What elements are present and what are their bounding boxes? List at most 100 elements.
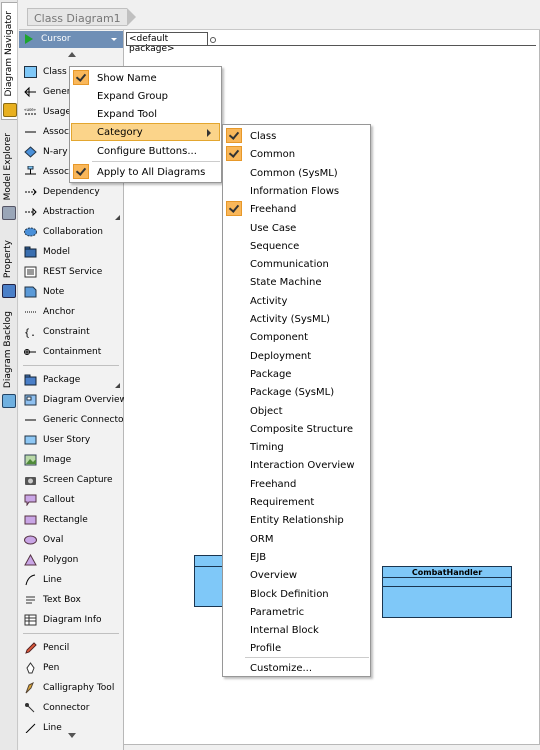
package-tab: <default package> (126, 32, 208, 54)
cursor-tool[interactable]: Cursor (19, 31, 123, 48)
palette-connector[interactable]: Connector (19, 699, 123, 719)
menu-category[interactable]: Category (71, 123, 220, 141)
class-shape-combathandler[interactable]: CombatHandler (382, 566, 512, 618)
category-item[interactable]: Activity (224, 292, 369, 310)
palette-dependency[interactable]: Dependency (19, 183, 123, 203)
category-item[interactable]: Common (224, 145, 369, 163)
menu-item-label: Common (SysML) (250, 167, 338, 179)
category-item[interactable]: Component (224, 328, 369, 346)
palette-separator (23, 633, 119, 634)
menu-expand-group[interactable]: Expand Group (71, 87, 220, 105)
palette-item-label: Generic Connector (43, 415, 128, 425)
menu-customize[interactable]: Customize... (224, 659, 369, 677)
palette-package[interactable]: Package (19, 371, 123, 391)
palette-pencil[interactable]: Pencil (19, 639, 123, 659)
class-section-divider (383, 586, 511, 587)
svg-text:{.}: {.} (24, 328, 37, 338)
palette-item-label: Line (43, 723, 62, 733)
menu-item-label: Freehand (250, 478, 297, 490)
category-item[interactable]: ORM (224, 530, 369, 548)
palette-polygon[interactable]: Polygon (19, 551, 123, 571)
menu-item-label: State Machine (250, 277, 322, 289)
search-icon[interactable] (210, 37, 216, 43)
palette-rectangle[interactable]: Rectangle (19, 511, 123, 531)
diagram-backlog-icon (2, 394, 16, 408)
category-item[interactable]: Overview (224, 566, 369, 584)
palette-diagram-info[interactable]: Diagram Info (19, 611, 123, 631)
category-item[interactable]: Block Definition (224, 585, 369, 603)
palette-constraint[interactable]: {.} Constraint (19, 323, 123, 343)
palette-rest-service[interactable]: REST Service (19, 263, 123, 283)
menu-item-label: Expand Group (97, 91, 169, 102)
diagram-navigator-icon (3, 103, 17, 117)
tab-property[interactable]: Property (1, 228, 17, 300)
category-item[interactable]: Deployment (224, 347, 369, 365)
palette-line-2[interactable]: Line (19, 719, 123, 733)
category-item[interactable]: Internal Block (224, 621, 369, 639)
pen-icon (26, 662, 35, 674)
palette-anchor[interactable]: Anchor (19, 303, 123, 323)
category-item[interactable]: Requirement (224, 493, 369, 511)
category-item[interactable]: Use Case (224, 219, 369, 237)
palette-screen-capture[interactable]: Screen Capture (19, 471, 123, 491)
abstraction-icon (25, 207, 37, 217)
category-item[interactable]: Object (224, 402, 369, 420)
menu-item-label: Overview (250, 570, 298, 582)
palette-image[interactable]: Image (19, 451, 123, 471)
category-item[interactable]: Communication (224, 255, 369, 273)
palette-oval[interactable]: Oval (19, 531, 123, 551)
tab-diagram-navigator[interactable]: Diagram Navigator (1, 2, 17, 120)
menu-expand-tool[interactable]: Expand Tool (71, 105, 220, 123)
palette-callout[interactable]: Callout (19, 491, 123, 511)
menu-separator (245, 657, 369, 658)
category-item[interactable]: Package (SysML) (224, 383, 369, 401)
category-item[interactable]: Interaction Overview (224, 456, 369, 474)
pencil-icon (25, 642, 37, 654)
category-item[interactable]: Entity Relationship (224, 511, 369, 529)
scroll-down-icon[interactable] (68, 733, 76, 738)
palette-item-label: Diagram Info (43, 615, 102, 625)
tab-model-explorer[interactable]: Model Explorer (1, 126, 17, 222)
menu-separator (92, 161, 220, 162)
category-item[interactable]: Class (224, 127, 369, 145)
oval-icon (24, 535, 37, 545)
category-item[interactable]: Sequence (224, 237, 369, 255)
category-item[interactable]: Freehand (224, 475, 369, 493)
palette-collaboration[interactable]: Collaboration (19, 223, 123, 243)
menu-item-label: Configure Buttons... (97, 146, 197, 157)
category-item[interactable]: Information Flows (224, 182, 369, 200)
tab-diagram-backlog[interactable]: Diagram Backlog (1, 306, 17, 410)
palette-calligraphy-tool[interactable]: Calligraphy Tool (19, 679, 123, 699)
category-item[interactable]: Activity (SysML) (224, 310, 369, 328)
category-item[interactable]: Composite Structure (224, 420, 369, 438)
scroll-up-icon[interactable] (68, 52, 76, 57)
text-box-icon (26, 596, 35, 604)
category-item[interactable]: Timing (224, 438, 369, 456)
palette-generic-connector[interactable]: Generic Connector (19, 411, 127, 431)
tab-class-diagram1[interactable]: Class Diagram1 (27, 8, 136, 26)
menu-item-label: Sequence (250, 240, 300, 252)
category-item[interactable]: Profile (224, 639, 369, 657)
palette-model[interactable]: Model (19, 243, 123, 263)
menu-configure-buttons[interactable]: Configure Buttons... (71, 142, 220, 160)
palette-user-story[interactable]: User Story (19, 431, 123, 451)
category-item[interactable]: Freehand (224, 200, 369, 218)
palette-diagram-overview[interactable]: Diagram Overview (19, 391, 127, 411)
polygon-icon (24, 554, 37, 566)
group-corner-icon (115, 215, 120, 220)
category-item[interactable]: Common (SysML) (224, 164, 369, 182)
category-item[interactable]: State Machine (224, 273, 369, 291)
svg-text:«use»: «use» (24, 107, 37, 112)
palette-text-box[interactable]: Text Box (19, 591, 123, 611)
palette-note[interactable]: Note (19, 283, 123, 303)
palette-abstraction[interactable]: Abstraction (19, 203, 123, 223)
category-item[interactable]: Package (224, 365, 369, 383)
palette-line[interactable]: Line (19, 571, 123, 591)
menu-show-name[interactable]: Show Name (71, 69, 220, 87)
menu-apply-to-all-diagrams[interactable]: Apply to All Diagrams (71, 163, 220, 181)
palette-pen[interactable]: Pen (19, 659, 123, 679)
palette-containment[interactable]: Containment (19, 343, 123, 363)
check-icon (73, 164, 89, 179)
category-item[interactable]: EJB (224, 548, 369, 566)
category-item[interactable]: Parametric (224, 603, 369, 621)
